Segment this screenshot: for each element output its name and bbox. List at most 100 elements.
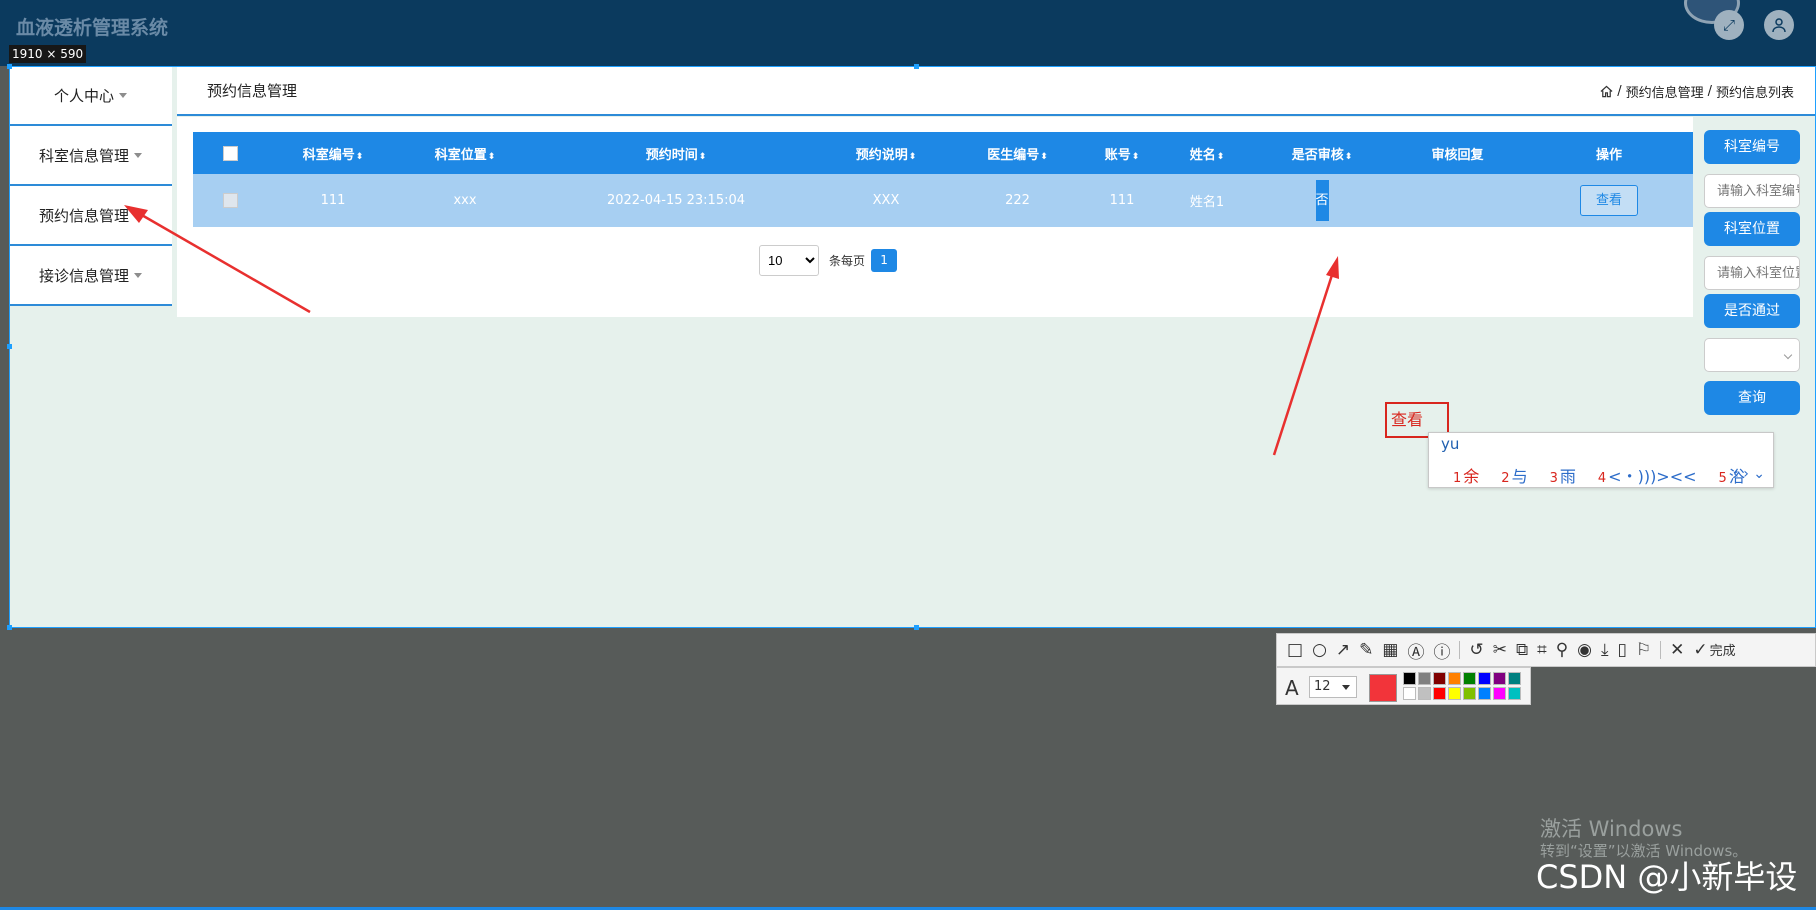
user-icon[interactable]	[1764, 10, 1794, 40]
home-icon[interactable]	[1600, 85, 1613, 98]
current-color-swatch[interactable]	[1369, 674, 1397, 702]
select-all-cell[interactable]	[193, 132, 267, 174]
caret-down-icon	[134, 272, 142, 278]
mosaic-tool-icon[interactable]: ▦	[1382, 640, 1398, 660]
serial-number-tool-icon[interactable]: ⓘ	[1433, 638, 1450, 663]
pass-select[interactable]	[1704, 338, 1800, 372]
close-icon[interactable]: ✕	[1670, 640, 1684, 660]
arrow-tool-icon[interactable]: ↗	[1336, 640, 1350, 660]
scissors-icon[interactable]: ✂	[1493, 640, 1507, 660]
column-label: 科室编号	[302, 147, 355, 163]
text-tool-icon[interactable]: Ⓐ	[1407, 638, 1424, 663]
scan-icon[interactable]: ⌗	[1537, 640, 1547, 660]
fullscreen-icon[interactable]: ⤢	[1714, 10, 1744, 40]
capture-style-toolbar: A 12	[1276, 667, 1531, 705]
column-header[interactable]: 医生编号⬍	[951, 132, 1084, 174]
color-swatch[interactable]	[1418, 672, 1431, 685]
color-swatch[interactable]	[1463, 672, 1476, 685]
ime-candidate[interactable]: 1余	[1441, 463, 1479, 487]
ime-candidate[interactable]: 3雨	[1538, 463, 1576, 487]
color-swatch[interactable]	[1493, 672, 1506, 685]
sort-icon[interactable]: ⬍	[1132, 152, 1140, 162]
selection-handle[interactable]	[7, 64, 12, 69]
long-screenshot-icon[interactable]: ▯	[1618, 640, 1627, 660]
candidate-text: 与	[1511, 467, 1528, 486]
sort-icon[interactable]: ⬍	[1040, 152, 1048, 162]
candidate-text: 雨	[1559, 467, 1576, 486]
selection-handle[interactable]	[7, 344, 12, 349]
color-swatch[interactable]	[1448, 672, 1461, 685]
ime-candidates: 1余 2与 3雨 4 <・)))><< 5浴	[1429, 463, 1775, 487]
top-bar: 血液透析管理系统 ⤢	[0, 0, 1816, 66]
column-header[interactable]: 科室编号⬍	[267, 132, 399, 174]
color-swatch[interactable]	[1478, 687, 1491, 700]
font-size-select[interactable]: 12	[1309, 676, 1357, 698]
sort-icon[interactable]: ⬍	[909, 152, 917, 162]
pin-icon[interactable]: ⚲	[1556, 640, 1568, 660]
ime-candidate[interactable]: 4 <・)))><<	[1586, 463, 1697, 487]
pen-tool-icon[interactable]: ✎	[1359, 640, 1373, 660]
table-row[interactable]: 111 xxx 2022-04-15 23:15:04 XXX 222 111 …	[193, 174, 1693, 227]
ocr-icon[interactable]: ⧉	[1516, 640, 1528, 660]
select-all-checkbox[interactable]	[222, 145, 238, 161]
toolbar-divider	[1459, 641, 1461, 659]
column-label: 预约时间	[645, 147, 698, 163]
sort-icon[interactable]: ⬍	[1345, 152, 1353, 162]
selection-handle[interactable]	[914, 625, 919, 630]
color-swatch[interactable]	[1418, 687, 1431, 700]
sidebar: 个人中心 科室信息管理 预约信息管理 接诊信息管理	[9, 66, 172, 306]
column-header[interactable]: 科室位置⬍	[399, 132, 531, 174]
dept-no-input[interactable]	[1704, 174, 1800, 208]
download-icon[interactable]: ⤓	[1601, 640, 1609, 660]
pass-button[interactable]: 是否通过	[1704, 294, 1800, 328]
rectangle-tool-icon[interactable]: □	[1287, 640, 1303, 660]
row-select-cell[interactable]	[193, 174, 267, 227]
selection-handle[interactable]	[7, 625, 12, 630]
view-button[interactable]: 查看	[1580, 185, 1638, 216]
query-button[interactable]: 查询	[1704, 381, 1800, 415]
done-button[interactable]: ✓ 完成	[1693, 640, 1735, 660]
sidebar-item-appointment[interactable]: 预约信息管理	[9, 186, 172, 246]
ime-page-nav-icon[interactable]: ‹ › ⌄	[1733, 466, 1765, 482]
windows-activation-title: 激活 Windows	[1540, 817, 1683, 841]
sidebar-item-reception[interactable]: 接诊信息管理	[9, 246, 172, 306]
ellipse-tool-icon[interactable]: ○	[1312, 640, 1327, 660]
cell-dept-no: 111	[320, 193, 346, 208]
color-swatch[interactable]	[1433, 672, 1446, 685]
color-swatch[interactable]	[1478, 672, 1491, 685]
color-swatch[interactable]	[1448, 687, 1461, 700]
undo-icon[interactable]: ↺	[1469, 640, 1483, 660]
location-button[interactable]: 科室位置	[1704, 212, 1800, 246]
column-label: 是否审核	[1291, 147, 1344, 163]
sidebar-item-dept[interactable]: 科室信息管理	[9, 126, 172, 186]
sort-icon[interactable]: ⬍	[356, 152, 364, 162]
bookmark-icon[interactable]: ⚐	[1636, 640, 1651, 660]
breadcrumb-item[interactable]: 预约信息管理	[1626, 82, 1704, 101]
column-header[interactable]: 是否审核⬍	[1254, 132, 1390, 174]
color-swatch[interactable]	[1403, 672, 1416, 685]
row-checkbox[interactable]	[222, 193, 238, 208]
ime-candidate[interactable]: 2与	[1489, 463, 1527, 487]
column-label: 账号	[1104, 147, 1131, 163]
candidate-number: 4	[1597, 471, 1607, 486]
sort-icon[interactable]: ⬍	[699, 152, 707, 162]
color-swatch[interactable]	[1463, 687, 1476, 700]
sort-icon[interactable]: ⬍	[1217, 152, 1225, 162]
color-swatch[interactable]	[1493, 687, 1506, 700]
record-icon[interactable]: ◉	[1577, 640, 1592, 660]
column-header[interactable]: 姓名⬍	[1160, 132, 1254, 174]
sort-icon[interactable]: ⬍	[488, 152, 496, 162]
location-input[interactable]	[1704, 256, 1800, 290]
page-number-button[interactable]: 1	[871, 249, 898, 272]
color-swatch[interactable]	[1403, 687, 1416, 700]
color-swatch[interactable]	[1508, 672, 1521, 685]
selection-handle[interactable]	[914, 64, 919, 69]
color-swatch[interactable]	[1508, 687, 1521, 700]
column-header[interactable]: 预约说明⬍	[821, 132, 951, 174]
color-swatch[interactable]	[1433, 687, 1446, 700]
page-size-select[interactable]: 10	[759, 245, 819, 276]
sidebar-item-personal[interactable]: 个人中心	[9, 66, 172, 126]
column-header[interactable]: 账号⬍	[1084, 132, 1160, 174]
column-header[interactable]: 预约时间⬍	[531, 132, 821, 174]
dept-no-button[interactable]: 科室编号	[1704, 130, 1800, 164]
